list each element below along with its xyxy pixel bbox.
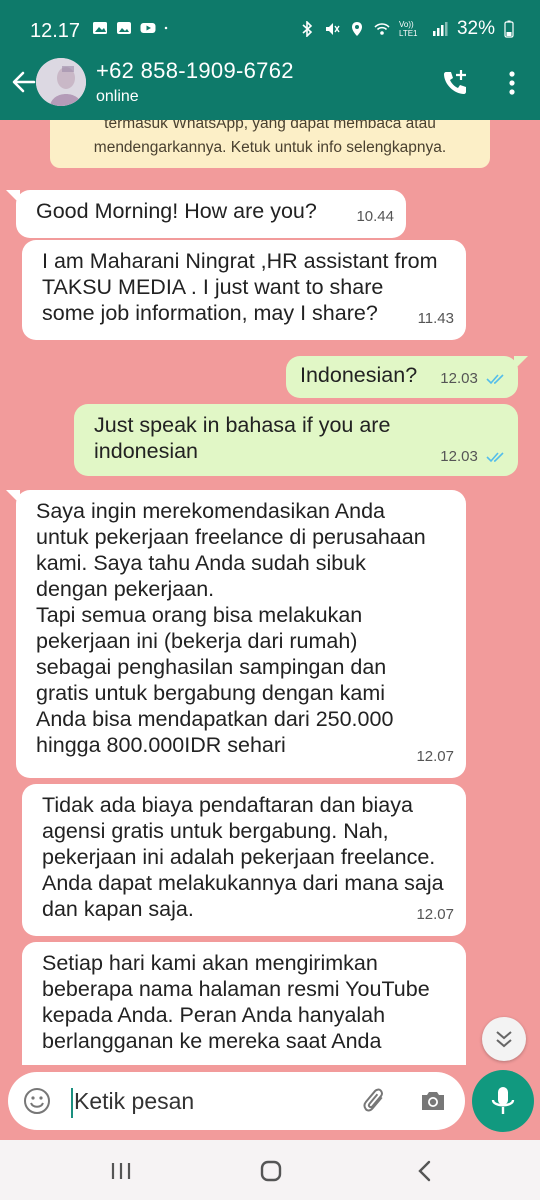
bluetooth-icon — [302, 21, 313, 37]
double-chevron-down-icon — [496, 1031, 512, 1048]
arrow-left-icon[interactable] — [10, 68, 38, 96]
more-vert-icon[interactable] — [502, 68, 522, 98]
battery-icon — [504, 20, 514, 38]
mic-button[interactable] — [472, 1070, 534, 1132]
battery-percent: 32% — [456, 18, 495, 39]
message-composer — [8, 1072, 465, 1130]
message-incoming[interactable]: I am Maharani Ningrat ,HR assistant from… — [22, 240, 466, 340]
contact-name[interactable]: +62 858-1909-6762 — [96, 58, 294, 84]
message-outgoing[interactable]: Indonesian? 12.03 — [286, 356, 528, 398]
message-input[interactable] — [64, 1083, 344, 1119]
message-text: Saya ingin merekomendasikan Anda untuk p… — [36, 499, 426, 757]
message-text: Setiap hari kami akan mengirimkan bebera… — [42, 951, 430, 1053]
recent-apps-icon[interactable] — [106, 1156, 136, 1186]
system-nav-bar — [0, 1140, 540, 1200]
message-incoming[interactable]: Good Morning! How are you? 10.44 — [6, 190, 406, 238]
emoji-icon[interactable] — [22, 1086, 52, 1116]
bubble-tail — [6, 190, 20, 204]
avatar-photo-icon — [36, 58, 86, 106]
read-receipt-icon — [486, 374, 504, 385]
message-text: Good Morning! How are you? — [36, 199, 317, 223]
scroll-to-bottom-button[interactable] — [482, 1017, 526, 1061]
message-text: Indonesian? — [300, 363, 418, 387]
status-bar: 12.17 Vo)) LTE1 32% — [0, 0, 540, 58]
signal-icon — [432, 22, 448, 36]
notification-image-icon — [93, 22, 107, 34]
avatar[interactable] — [36, 58, 86, 106]
message-time: 12.03 — [440, 448, 478, 465]
bubble-tail — [6, 490, 20, 504]
mute-icon — [325, 23, 340, 35]
message-time: 11.43 — [417, 310, 454, 327]
add-call-icon[interactable] — [440, 68, 470, 98]
message-time: 12.03 — [440, 370, 478, 387]
network-label: Vo)) LTE1 — [398, 20, 418, 38]
message-incoming[interactable]: Setiap hari kami akan mengirimkan bebera… — [22, 942, 466, 1065]
mic-icon — [491, 1087, 515, 1114]
chat-header: +62 858-1909-6762 online — [0, 58, 540, 120]
home-icon[interactable] — [256, 1156, 286, 1186]
notification-gallery-icon — [117, 22, 131, 34]
message-time: 12.07 — [416, 748, 454, 765]
back-nav-icon[interactable] — [410, 1156, 440, 1186]
notification-youtube-icon — [140, 23, 156, 33]
camera-icon[interactable] — [418, 1086, 448, 1116]
message-time: 10.44 — [356, 208, 394, 225]
chat-messages[interactable]: termasuk WhatsApp, yang dapat membaca at… — [0, 120, 540, 1065]
message-incoming[interactable]: Saya ingin merekomendasikan Anda untuk p… — [6, 490, 466, 778]
message-outgoing[interactable]: Just speak in bahasa if you are indonesi… — [74, 404, 518, 476]
notification-dot-icon — [164, 26, 168, 30]
message-text: Just speak in bahasa if you are indonesi… — [94, 413, 391, 463]
message-time: 12.07 — [416, 906, 454, 923]
message-text: I am Maharani Ningrat ,HR assistant from… — [42, 249, 438, 325]
encryption-notice-text: termasuk WhatsApp, yang dapat membaca at… — [93, 120, 447, 156]
bubble-tail — [514, 356, 528, 370]
contact-status: online — [96, 88, 139, 105]
location-icon — [351, 22, 362, 36]
message-text: Tidak ada biaya pendaftaran dan biaya ag… — [42, 793, 444, 921]
message-incoming[interactable]: Tidak ada biaya pendaftaran dan biaya ag… — [22, 784, 466, 936]
wifi-icon — [374, 23, 390, 35]
status-time: 12.17 — [30, 20, 81, 42]
read-receipt-icon — [486, 452, 504, 463]
paperclip-icon[interactable] — [360, 1086, 390, 1116]
encryption-notice[interactable]: termasuk WhatsApp, yang dapat membaca at… — [50, 120, 490, 168]
